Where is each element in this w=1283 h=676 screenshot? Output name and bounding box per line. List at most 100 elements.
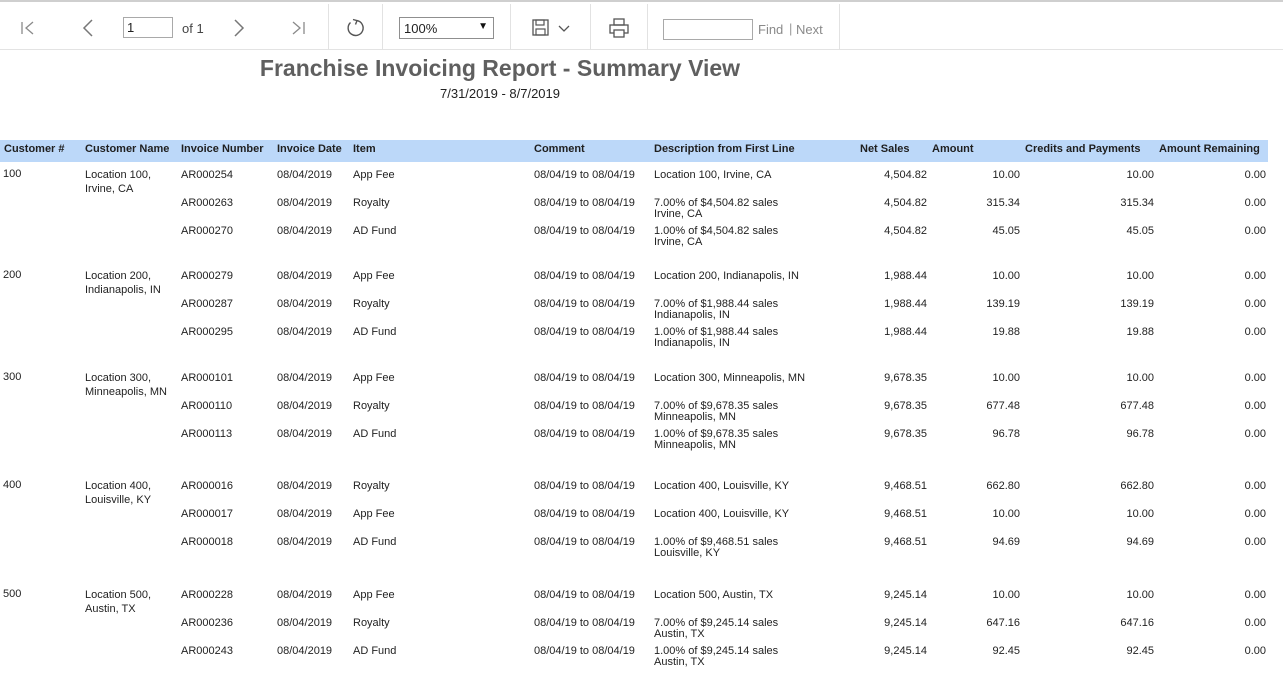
customer-number: 300 <box>3 371 22 383</box>
invoice-item: AD Fund <box>353 536 397 548</box>
customer-number: 400 <box>3 479 22 491</box>
invoice-item: Royalty <box>353 400 390 412</box>
net-sales-value: 9,245.14 <box>884 589 927 601</box>
invoice-item: AD Fund <box>353 645 397 657</box>
report-title: Franchise Invoicing Report - Summary Vie… <box>259 55 741 81</box>
amount-value: 92.45 <box>992 645 1020 657</box>
toolbar-divider <box>382 4 383 50</box>
customer-name-line1: Location 500, <box>85 589 152 601</box>
last-page-icon[interactable] <box>288 18 308 38</box>
find-next-divider: | <box>789 21 793 36</box>
column-header-comment: Comment <box>534 143 585 155</box>
toolbar-divider <box>590 4 591 50</box>
invoice-comment: 08/04/19 to 08/04/19 <box>534 428 635 440</box>
invoice-item: App Fee <box>353 270 395 282</box>
credits-payments-value: 96.78 <box>1126 428 1154 440</box>
net-sales-value: 4,504.82 <box>884 225 927 237</box>
credits-payments-value: 662.80 <box>1120 480 1154 492</box>
credits-payments-value: 139.19 <box>1120 298 1154 310</box>
invoice-comment: 08/04/19 to 08/04/19 <box>534 372 635 384</box>
zoom-select[interactable]: 100% ▼ <box>399 17 494 39</box>
invoice-item: AD Fund <box>353 326 397 338</box>
page-number-input[interactable] <box>123 17 173 38</box>
amount-remaining-value: 0.00 <box>1244 298 1266 310</box>
credits-payments-value: 45.05 <box>1126 225 1154 237</box>
customer-name-line2: Austin, TX <box>85 603 136 615</box>
customer-name-line2: Irvine, CA <box>85 183 134 195</box>
column-header-amount: Amount <box>932 143 974 155</box>
invoice-comment: 08/04/19 to 08/04/19 <box>534 480 635 492</box>
invoice-number: AR000270 <box>181 225 233 237</box>
find-button[interactable]: Find <box>758 22 783 37</box>
amount-remaining-value: 0.00 <box>1244 326 1266 338</box>
amount-value: 45.05 <box>992 225 1020 237</box>
description-line1: Location 400, Louisville, KY <box>654 508 790 520</box>
invoice-item: Royalty <box>353 480 390 492</box>
net-sales-value: 1,988.44 <box>884 326 927 338</box>
invoice-item: Royalty <box>353 298 390 310</box>
net-sales-value: 9,678.35 <box>884 428 927 440</box>
customer-name-line2: Louisville, KY <box>85 494 152 506</box>
amount-value: 10.00 <box>992 169 1020 181</box>
refresh-icon[interactable] <box>343 16 367 40</box>
customer-name-line1: Location 100, <box>85 169 152 181</box>
amount-value: 10.00 <box>992 270 1020 282</box>
invoice-number: AR000243 <box>181 645 233 657</box>
amount-value: 139.19 <box>986 298 1020 310</box>
net-sales-value: 9,468.51 <box>884 480 927 492</box>
credits-payments-value: 94.69 <box>1126 536 1154 548</box>
amount-value: 96.78 <box>992 428 1020 440</box>
net-sales-value: 1,988.44 <box>884 298 927 310</box>
amount-remaining-value: 0.00 <box>1244 480 1266 492</box>
net-sales-value: 9,678.35 <box>884 372 927 384</box>
column-header-customer-num: Customer # <box>4 143 65 155</box>
column-header-customer-name: Customer Name <box>85 143 170 155</box>
credits-payments-value: 10.00 <box>1126 372 1154 384</box>
net-sales-value: 4,504.82 <box>884 197 927 209</box>
description-line1: Location 100, Irvine, CA <box>654 169 772 181</box>
chevron-down-icon[interactable] <box>557 22 571 36</box>
invoice-comment: 08/04/19 to 08/04/19 <box>534 169 635 181</box>
next-page-icon[interactable] <box>229 17 249 39</box>
description-line2: Irvine, CA <box>654 236 703 248</box>
print-icon[interactable] <box>607 16 631 40</box>
description-line1: Location 500, Austin, TX <box>654 589 774 601</box>
amount-remaining-value: 0.00 <box>1244 270 1266 282</box>
amount-remaining-value: 0.00 <box>1244 225 1266 237</box>
table-header: Customer # Customer Name Invoice Number … <box>0 140 1268 162</box>
previous-page-icon[interactable] <box>78 17 98 39</box>
invoice-item: AD Fund <box>353 428 397 440</box>
invoice-date: 08/04/2019 <box>277 225 333 237</box>
column-header-invoice-date: Invoice Date <box>277 143 342 155</box>
first-page-icon[interactable] <box>18 18 38 38</box>
description-line1: Location 300, Minneapolis, MN <box>654 372 806 384</box>
amount-remaining-value: 0.00 <box>1244 508 1266 520</box>
invoice-date: 08/04/2019 <box>277 400 333 412</box>
net-sales-value: 9,245.14 <box>884 617 927 629</box>
amount-remaining-value: 0.00 <box>1244 589 1266 601</box>
description-line1: Location 400, Louisville, KY <box>654 480 790 492</box>
amount-remaining-value: 0.00 <box>1244 617 1266 629</box>
description-line2: Austin, TX <box>654 628 705 640</box>
invoice-item: App Fee <box>353 589 395 601</box>
net-sales-value: 9,678.35 <box>884 400 927 412</box>
invoice-comment: 08/04/19 to 08/04/19 <box>534 270 635 282</box>
amount-value: 10.00 <box>992 589 1020 601</box>
customer-number: 200 <box>3 269 22 281</box>
credits-payments-value: 92.45 <box>1126 645 1154 657</box>
description-line1: Location 200, Indianapolis, IN <box>654 270 799 282</box>
next-button[interactable]: Next <box>796 22 823 37</box>
invoice-date: 08/04/2019 <box>277 645 333 657</box>
amount-value: 315.34 <box>986 197 1020 209</box>
amount-remaining-value: 0.00 <box>1244 428 1266 440</box>
invoice-number: AR000236 <box>181 617 233 629</box>
save-icon[interactable] <box>529 16 553 40</box>
invoice-number: AR000017 <box>181 508 233 520</box>
find-input[interactable] <box>663 19 753 40</box>
description-line2: Louisville, KY <box>654 547 721 559</box>
report-date-range: 7/31/2019 - 8/7/2019 <box>440 86 560 101</box>
invoice-date: 08/04/2019 <box>277 169 333 181</box>
invoice-item: Royalty <box>353 617 390 629</box>
invoice-number: AR000287 <box>181 298 233 310</box>
column-header-description: Description from First Line <box>654 143 795 155</box>
